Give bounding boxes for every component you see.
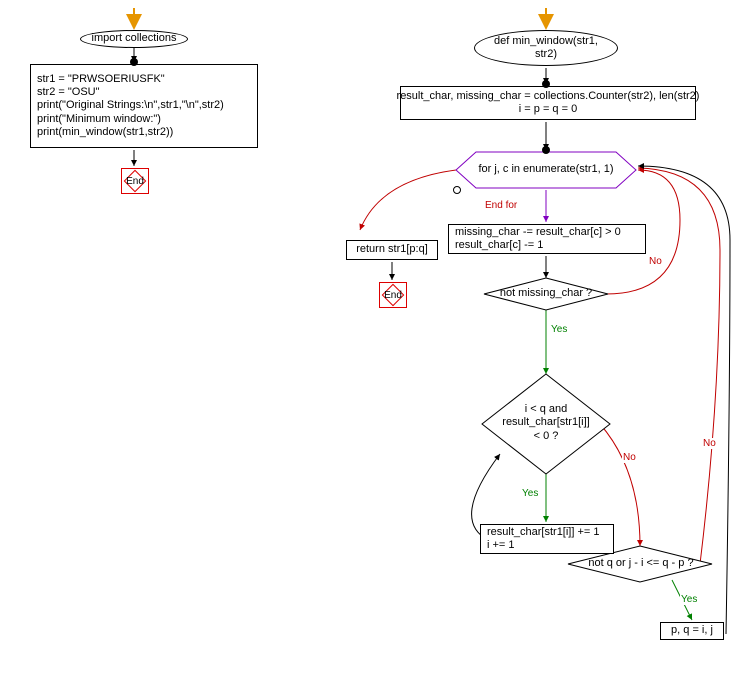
cond3-no-label: No [702, 438, 717, 449]
loop-exit-port [453, 186, 461, 194]
cond1-text: not missing_char ? [500, 287, 592, 300]
right-end-label: End [384, 290, 402, 301]
cond1-yes-label: Yes [550, 324, 568, 335]
connector-dot [130, 58, 138, 66]
end-for-label: End for [484, 200, 518, 211]
init-node: result_char, missing_char = collections.… [400, 86, 696, 120]
loop-body-node: missing_char -= result_char[c] > 0 resul… [448, 224, 646, 254]
for-loop-text: for j, c in enumerate(str1, 1) [478, 163, 613, 176]
return-text: return str1[p:q] [356, 243, 428, 256]
func-def-text: def min_window(str1, str2) [483, 35, 609, 61]
main-code-text: str1 = "PRWSOERIUSFK" str2 = "OSU" print… [37, 73, 224, 139]
for-loop-node: for j, c in enumerate(str1, 1) [476, 154, 616, 186]
cond2-yes-label: Yes [521, 488, 539, 499]
cond2-body-text: result_char[str1[i]] += 1 i += 1 [487, 526, 600, 552]
import-text: import collections [92, 32, 177, 45]
cond3-body-text: p, q = i, j [671, 624, 713, 637]
cond3-text: not q or j - i <= q - p ? [588, 557, 693, 570]
func-def-node: def min_window(str1, str2) [474, 30, 618, 66]
return-node: return str1[p:q] [346, 240, 438, 260]
cond2-text: i < q and result_char[str1[i]] < 0 ? [502, 403, 589, 443]
left-end-node: End [121, 168, 149, 194]
left-end-label: End [126, 176, 144, 187]
cond1-no-label: No [648, 256, 663, 267]
cond2-no-label: No [622, 452, 637, 463]
cond3-node: not q or j - i <= q - p ? [582, 556, 700, 572]
import-node: import collections [80, 30, 188, 48]
cond2-body-node: result_char[str1[i]] += 1 i += 1 [480, 524, 614, 554]
cond1-node: not missing_char ? [496, 286, 596, 302]
loop-body-text: missing_char -= result_char[c] > 0 resul… [455, 226, 621, 252]
right-end-node: End [379, 282, 407, 308]
connector-dot [542, 146, 550, 154]
init-text: result_char, missing_char = collections.… [397, 90, 700, 116]
main-code-node: str1 = "PRWSOERIUSFK" str2 = "OSU" print… [30, 64, 258, 148]
cond3-body-node: p, q = i, j [660, 622, 724, 640]
cond2-node: i < q and result_char[str1[i]] < 0 ? [492, 398, 600, 448]
cond3-yes-label: Yes [680, 594, 698, 605]
connector-dot [542, 80, 550, 88]
